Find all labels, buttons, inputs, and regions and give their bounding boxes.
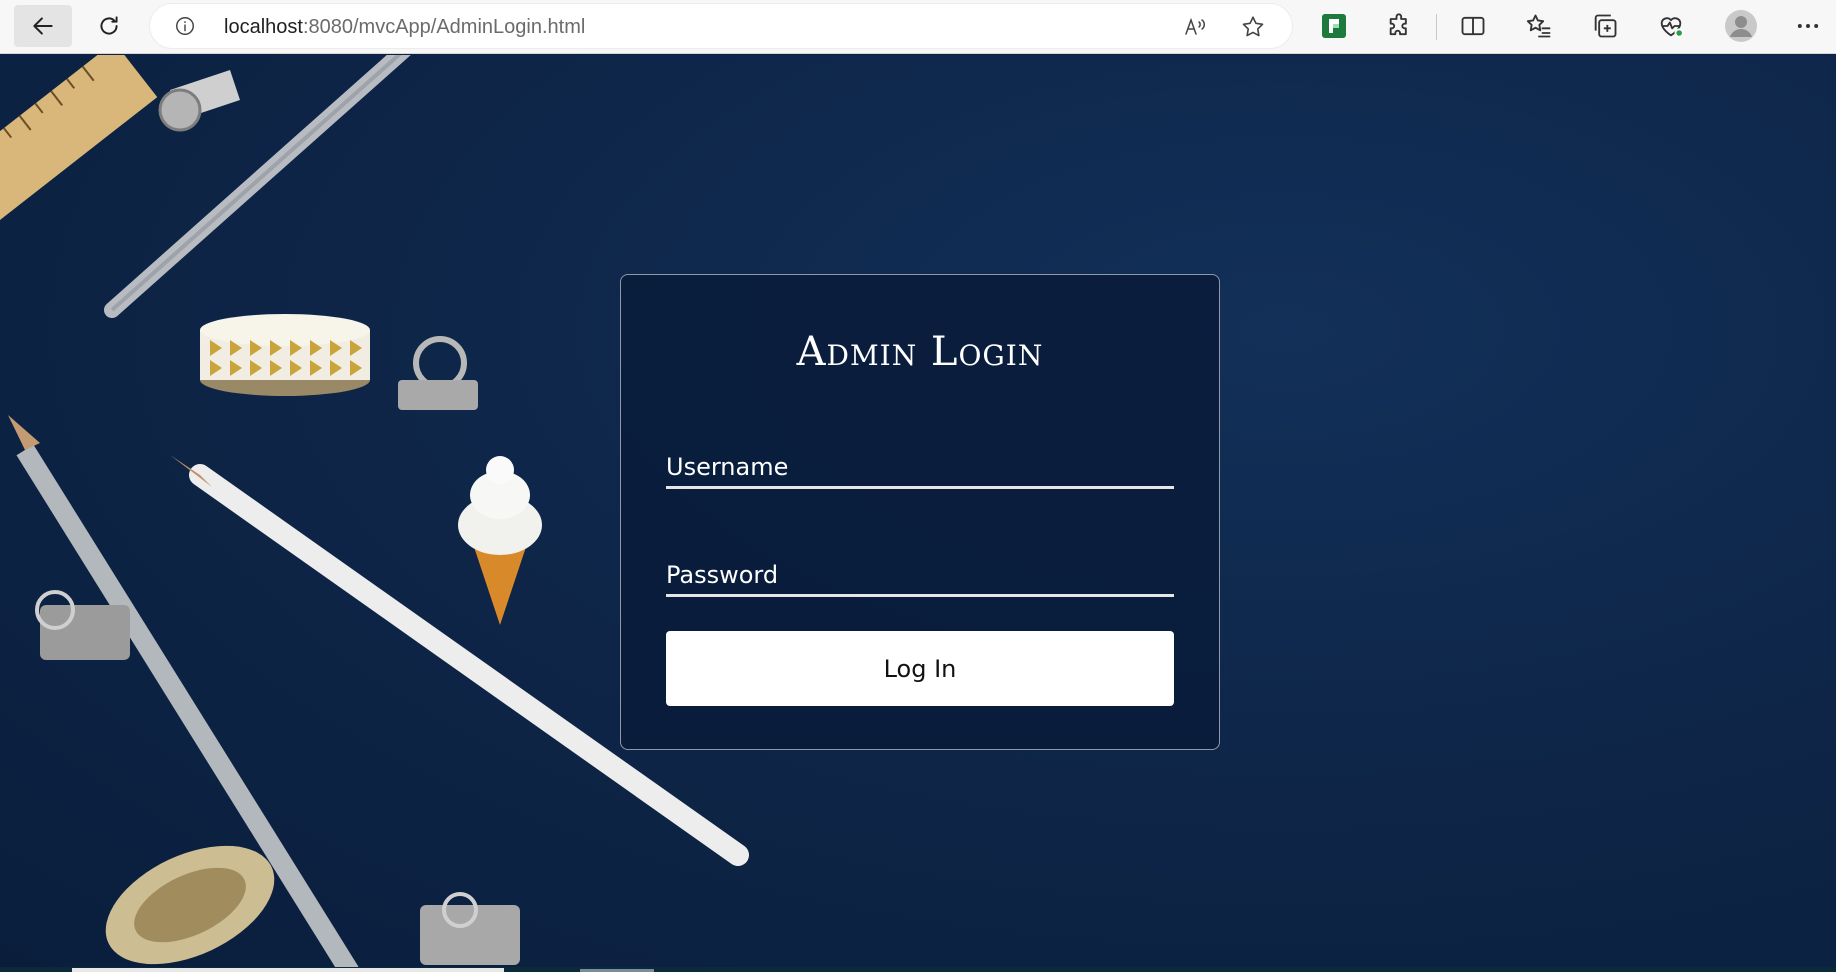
washi-tape-triangles [200,314,370,396]
puzzle-icon[interactable] [1385,11,1415,41]
favorites-list-icon[interactable] [1524,11,1554,41]
password-input[interactable] [666,541,1174,594]
collections-icon[interactable] [1590,11,1620,41]
avatar-icon[interactable] [1724,9,1758,43]
username-input[interactable] [666,433,1174,486]
password-field-wrapper [666,541,1174,597]
url-path: :8080/mvcApp/AdminLogin.html [302,16,586,38]
info-icon[interactable] [174,15,196,37]
toolbar-divider [1436,14,1437,40]
star-icon[interactable] [1240,14,1266,40]
green-extension-icon[interactable] [1319,11,1349,41]
binder-clip-2 [398,336,478,410]
split-screen-icon[interactable] [1458,11,1488,41]
read-aloud-icon[interactable] [1182,14,1208,40]
url-text[interactable]: localhost:8080/mvcApp/AdminLogin.html [224,16,585,39]
binder-clip [158,70,240,132]
reload-icon [100,16,118,35]
address-bar[interactable]: localhost:8080/mvcApp/AdminLogin.html [150,4,1292,48]
url-host: localhost [224,16,303,38]
ruler [0,55,158,233]
back-arrow-icon [33,17,53,35]
heart-pulse-icon[interactable] [1656,11,1686,41]
scrollbar-thumb[interactable] [72,968,504,972]
horizontal-scrollbar[interactable] [0,967,1836,972]
browser-toolbar: localhost:8080/mvcApp/AdminLogin.html [0,0,1836,54]
binder-clip-4 [420,892,520,965]
login-title: Admin Login [796,329,1044,375]
ice-cream-eraser [458,456,542,625]
login-page: Admin Login Log In [0,55,1836,972]
back-button[interactable] [14,5,72,47]
reload-button[interactable] [80,5,138,47]
more-dots-icon[interactable] [1793,11,1823,41]
login-button[interactable]: Log In [666,631,1174,706]
username-field-wrapper [666,433,1174,489]
login-form: Admin Login Log In [620,274,1220,750]
